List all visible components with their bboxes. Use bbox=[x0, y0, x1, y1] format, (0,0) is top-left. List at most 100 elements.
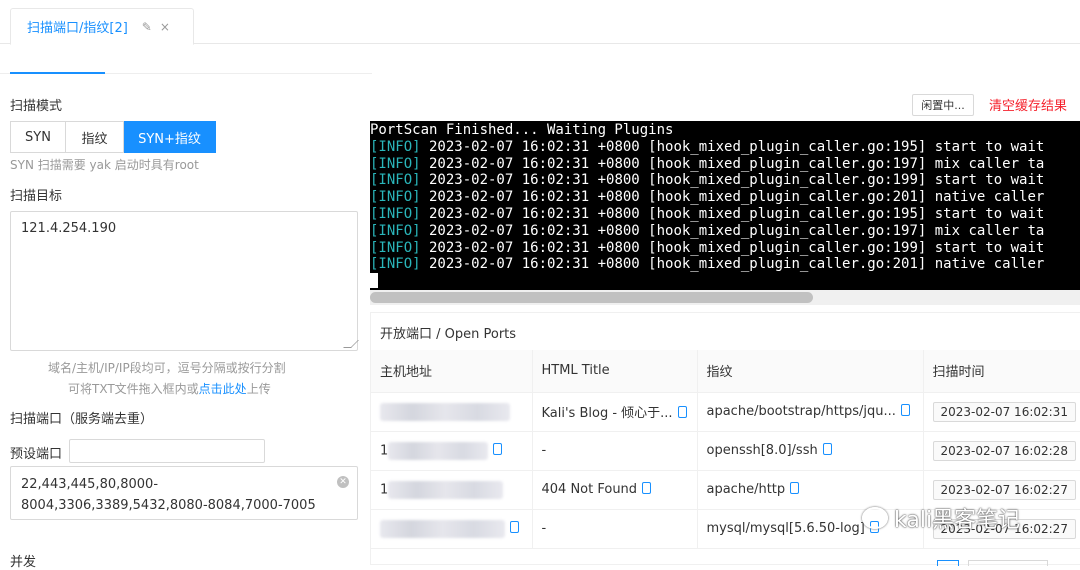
log-text: 2023-02-07 16:02:31 +0800 [hook_mixed_pl… bbox=[420, 172, 1045, 189]
upload-hint-pre: 可将TXT文件拖入框内或 bbox=[68, 382, 199, 396]
title-cell: Kali's Blog - 倾心于... bbox=[532, 392, 698, 432]
active-subtab-ink bbox=[10, 72, 105, 74]
log-text: 2023-02-07 16:02:31 +0800 [hook_mixed_pl… bbox=[420, 189, 1045, 206]
title-cell: - bbox=[532, 431, 698, 471]
tab-bar: 扫描端口/指纹[2] ✎ × bbox=[0, 0, 1080, 45]
copy-icon[interactable] bbox=[822, 443, 832, 455]
col-fingerprint: 指纹 bbox=[697, 350, 924, 393]
ports-input[interactable]: 22,443,445,80,8000-8004,3306,3389,5432,8… bbox=[10, 466, 358, 520]
time-cell: 2023-02-07 16:02:31 bbox=[923, 392, 1080, 432]
html-title: Kali's Blog - 倾心于... bbox=[541, 406, 673, 421]
scan-ports-label: 扫描端口（服务端去重） bbox=[10, 412, 154, 427]
mode-fingerprint[interactable]: 指纹 bbox=[66, 121, 124, 153]
terminal-line: [INFO] 2023-02-07 16:02:31 +0800 [hook_m… bbox=[370, 156, 1080, 173]
fingerprint: mysql/mysql[5.6.50-log] bbox=[706, 521, 865, 536]
terminal-output: PortScan Finished... Waiting Plugins [INF… bbox=[370, 121, 1080, 290]
edit-icon[interactable]: ✎ bbox=[142, 20, 152, 34]
mode-syn-fingerprint[interactable]: SYN+指纹 bbox=[124, 121, 216, 153]
log-level-tag: [INFO] bbox=[370, 205, 421, 222]
watermark-text: kali黑客笔记 bbox=[894, 508, 1021, 533]
clear-cache-button[interactable]: 清空缓存结果 bbox=[989, 95, 1067, 114]
target-format-hint: 域名/主机/IP/IP段均可，逗号分隔或按行分割 bbox=[48, 361, 286, 375]
title-cell: 404 Not Found bbox=[532, 470, 698, 510]
host-cell bbox=[371, 509, 533, 549]
host-cell: 1 bbox=[371, 431, 533, 471]
log-text: 2023-02-07 16:02:31 +0800 [hook_mixed_pl… bbox=[420, 138, 1045, 155]
log-text: 2023-02-07 16:02:31 +0800 [hook_mixed_pl… bbox=[420, 256, 1045, 273]
scan-time-tag: 2023-02-07 16:02:28 bbox=[932, 440, 1076, 461]
terminal-line: [INFO] 2023-02-07 16:02:31 +0800 [hook_m… bbox=[370, 189, 1080, 206]
copy-icon[interactable] bbox=[677, 406, 687, 418]
table-row[interactable]: Kali's Blog - 倾心于... apache/bootstrap/ht… bbox=[371, 392, 1080, 432]
log-level-tag: [INFO] bbox=[370, 239, 421, 256]
copy-icon[interactable] bbox=[900, 404, 910, 416]
pagination-current[interactable] bbox=[937, 560, 959, 566]
log-level-tag: [INFO] bbox=[370, 222, 421, 239]
concurrency-label: 并发 bbox=[10, 555, 37, 570]
host-prefix: 1 bbox=[380, 482, 389, 497]
terminal-scrollbar[interactable] bbox=[370, 290, 1080, 305]
fingerprint-cell: openssh[8.0]/ssh bbox=[697, 431, 924, 471]
col-host: 主机地址 bbox=[371, 350, 533, 393]
log-text: 2023-02-07 16:02:31 +0800 [hook_mixed_pl… bbox=[420, 155, 1045, 172]
scan-time-tag: 2023-02-07 16:02:31 bbox=[932, 401, 1076, 422]
scan-target-label: 扫描目标 bbox=[10, 189, 63, 204]
mode-syn[interactable]: SYN bbox=[10, 121, 66, 153]
scan-target-value: 121.4.254.190 bbox=[21, 221, 117, 236]
col-scan-time: 扫描时间 bbox=[923, 350, 1080, 393]
preset-ports-label: 预设端口 bbox=[10, 447, 63, 462]
copy-icon[interactable] bbox=[790, 482, 800, 494]
redacted-host bbox=[388, 480, 504, 499]
copy-icon[interactable] bbox=[493, 443, 503, 455]
scan-target-input[interactable]: 121.4.254.190 bbox=[10, 211, 359, 351]
scrollbar-thumb[interactable] bbox=[370, 292, 813, 303]
fingerprint-cell: apache/bootstrap/https/jqu... bbox=[697, 392, 924, 432]
time-cell: 2023-02-07 16:02:28 bbox=[923, 431, 1080, 471]
title-cell: - bbox=[532, 509, 698, 549]
tab-port-scan[interactable]: 扫描端口/指纹[2] ✎ × bbox=[10, 8, 194, 45]
close-icon[interactable]: × bbox=[160, 20, 170, 34]
wechat-logo-icon bbox=[862, 507, 888, 529]
terminal-line: [INFO] 2023-02-07 16:02:31 +0800 [hook_m… bbox=[370, 240, 1080, 257]
copy-icon[interactable] bbox=[510, 521, 519, 533]
log-level-tag: [INFO] bbox=[370, 138, 421, 155]
scan-mode-selector[interactable]: SYN 指纹 SYN+指纹 bbox=[10, 121, 216, 153]
upload-hint: 可将TXT文件拖入框内或点击此处上传 bbox=[68, 380, 271, 397]
scan-time-tag: 2023-02-07 16:02:27 bbox=[932, 479, 1076, 500]
preset-ports-select[interactable] bbox=[69, 439, 265, 463]
resize-grip-icon[interactable] bbox=[343, 340, 359, 348]
open-ports-title: 开放端口 / Open Ports bbox=[380, 327, 517, 342]
col-html-title: HTML Title bbox=[532, 350, 698, 393]
log-text: 2023-02-07 16:02:31 +0800 [hook_mixed_pl… bbox=[420, 205, 1045, 222]
host-prefix: 1 bbox=[380, 443, 389, 458]
host-cell: 1 bbox=[371, 470, 533, 510]
terminal-cursor bbox=[370, 273, 378, 289]
ports-value: 22,443,445,80,8000-8004,3306,3389,5432,8… bbox=[21, 477, 316, 513]
log-text: 2023-02-07 16:02:31 +0800 [hook_mixed_pl… bbox=[420, 239, 1045, 256]
upload-hint-post: 上传 bbox=[246, 382, 271, 396]
terminal-line: [INFO] 2023-02-07 16:02:31 +0800 [hook_m… bbox=[370, 206, 1080, 223]
terminal-line: [INFO] 2023-02-07 16:02:31 +0800 [hook_m… bbox=[370, 139, 1080, 156]
upload-link[interactable]: 点击此处 bbox=[199, 382, 247, 396]
redacted-host bbox=[380, 402, 510, 421]
clear-icon[interactable]: ✕ bbox=[337, 476, 349, 488]
idle-status-button[interactable]: 闲置中... bbox=[912, 94, 974, 116]
fingerprint: openssh[8.0]/ssh bbox=[706, 443, 818, 458]
host-cell bbox=[371, 392, 533, 432]
log-level-tag: [INFO] bbox=[370, 189, 421, 206]
redacted-host bbox=[388, 441, 489, 460]
watermark: kali黑客笔记 bbox=[862, 502, 1020, 534]
scan-mode-label: 扫描模式 bbox=[10, 99, 63, 114]
redacted-host bbox=[380, 519, 505, 538]
terminal-line: [INFO] 2023-02-07 16:02:31 +0800 [hook_m… bbox=[370, 256, 1080, 273]
log-text: 2023-02-07 16:02:31 +0800 [hook_mixed_pl… bbox=[420, 222, 1045, 239]
terminal-line: [INFO] 2023-02-07 16:02:31 +0800 [hook_m… bbox=[370, 172, 1080, 189]
copy-icon[interactable] bbox=[642, 482, 652, 494]
tab-title: 扫描端口/指纹[2] bbox=[27, 21, 128, 36]
table-row[interactable]: 1 - openssh[8.0]/ssh 2023-02-07 16:02:28 bbox=[371, 431, 1080, 471]
log-level-tag: [INFO] bbox=[370, 155, 421, 172]
fingerprint: apache/http bbox=[706, 482, 786, 497]
terminal-line: [INFO] 2023-02-07 16:02:31 +0800 [hook_m… bbox=[370, 223, 1080, 240]
html-title: 404 Not Found bbox=[541, 482, 638, 497]
pagination-size-select[interactable] bbox=[968, 560, 1048, 566]
